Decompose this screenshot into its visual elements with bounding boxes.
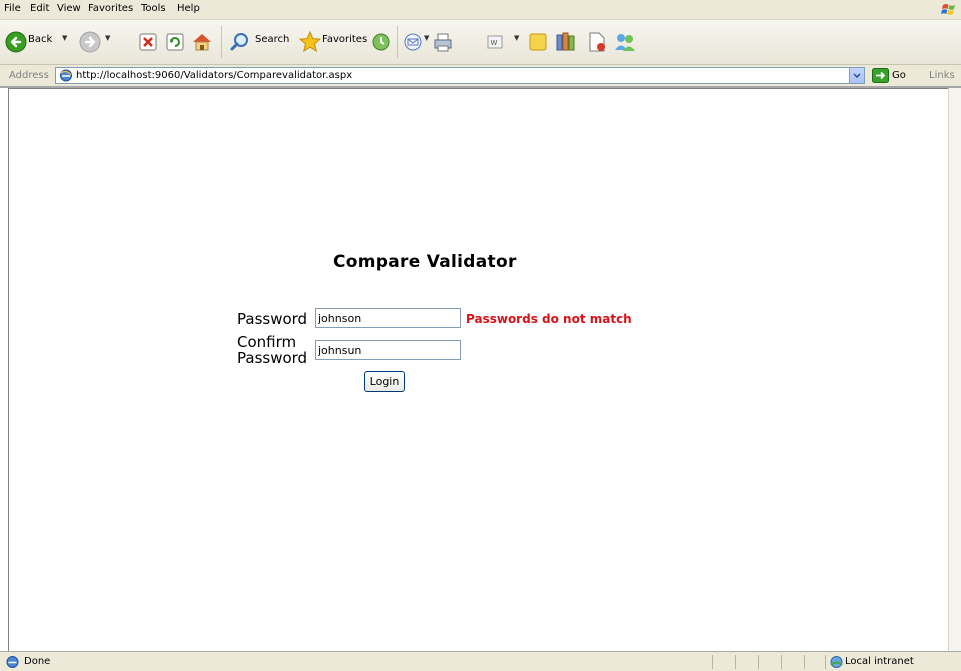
- menu-view[interactable]: View: [57, 3, 81, 15]
- links-button[interactable]: Links: [929, 70, 955, 81]
- ie-page-icon: [6, 656, 19, 668]
- status-divider: [712, 655, 713, 669]
- menu-favorites[interactable]: Favorites: [88, 3, 133, 15]
- messenger-icon[interactable]: [612, 26, 638, 58]
- menu-edit[interactable]: Edit: [30, 3, 49, 15]
- toolbar-separator: [397, 26, 398, 58]
- windows-logo-icon: [941, 4, 955, 15]
- document-icon[interactable]: [586, 26, 608, 58]
- local-intranet-icon: [830, 656, 843, 668]
- status-divider: [804, 655, 805, 669]
- page-title: Compare Validator: [333, 252, 517, 272]
- svg-text:W: W: [491, 39, 498, 47]
- toolbar: Back ▼ ▼ Search Favorites ▼ W ▼: [0, 20, 961, 65]
- status-divider: [825, 655, 826, 669]
- menu-tools[interactable]: Tools: [141, 3, 166, 15]
- address-bar: Address http://localhost:9060/Validators…: [0, 65, 961, 88]
- back-dropdown-icon[interactable]: ▼: [62, 34, 67, 42]
- address-dropdown-button[interactable]: [849, 68, 864, 83]
- refresh-icon[interactable]: [165, 26, 185, 58]
- status-divider: [781, 655, 782, 669]
- back-button-label[interactable]: Back: [28, 34, 52, 45]
- print-icon[interactable]: [432, 26, 454, 58]
- password-label: Password: [237, 310, 308, 328]
- favorites-star-icon[interactable]: [298, 26, 322, 58]
- toolbar-separator: [221, 26, 222, 58]
- status-text: Done: [24, 656, 51, 667]
- history-icon[interactable]: [370, 26, 392, 58]
- forward-arrow-icon[interactable]: [78, 26, 104, 58]
- status-divider: [735, 655, 736, 669]
- page-viewport: [8, 88, 948, 651]
- confirm-password-label-line2: Password: [237, 349, 308, 367]
- note-icon[interactable]: [527, 26, 549, 58]
- edit-page-icon[interactable]: W: [484, 26, 506, 58]
- menu-bar: File Edit View Favorites Tools Help: [0, 0, 961, 20]
- address-label: Address: [9, 70, 49, 81]
- mail-dropdown-icon[interactable]: ▼: [424, 34, 429, 42]
- menu-file[interactable]: File: [4, 3, 21, 15]
- search-icon[interactable]: [228, 26, 252, 58]
- forward-dropdown-icon[interactable]: ▼: [105, 34, 110, 42]
- vertical-scrollbar[interactable]: [948, 88, 961, 651]
- password-mismatch-error: Passwords do not match: [466, 312, 632, 326]
- status-bar: Done Local intranet: [0, 651, 961, 671]
- stop-icon[interactable]: [138, 26, 158, 58]
- status-divider: [758, 655, 759, 669]
- address-url[interactable]: http://localhost:9060/Validators/Compare…: [76, 69, 352, 82]
- chevron-down-icon: [853, 73, 861, 79]
- address-input[interactable]: http://localhost:9060/Validators/Compare…: [55, 67, 865, 84]
- search-button-label[interactable]: Search: [255, 34, 289, 45]
- confirm-password-label-line1: Confirm: [237, 333, 297, 351]
- password-input[interactable]: [315, 308, 461, 328]
- research-icon[interactable]: [554, 26, 578, 58]
- edit-dropdown-icon[interactable]: ▼: [514, 34, 519, 42]
- go-arrow-icon[interactable]: [872, 68, 889, 83]
- home-icon[interactable]: [190, 26, 214, 58]
- confirm-password-input[interactable]: [315, 340, 461, 360]
- security-zone-label: Local intranet: [845, 656, 914, 667]
- ie-page-icon: [60, 69, 72, 82]
- go-button[interactable]: Go: [892, 70, 906, 81]
- menu-help[interactable]: Help: [177, 3, 200, 15]
- favorites-button-label[interactable]: Favorites: [322, 34, 367, 45]
- login-button[interactable]: Login: [364, 371, 405, 392]
- mail-icon[interactable]: [402, 26, 424, 58]
